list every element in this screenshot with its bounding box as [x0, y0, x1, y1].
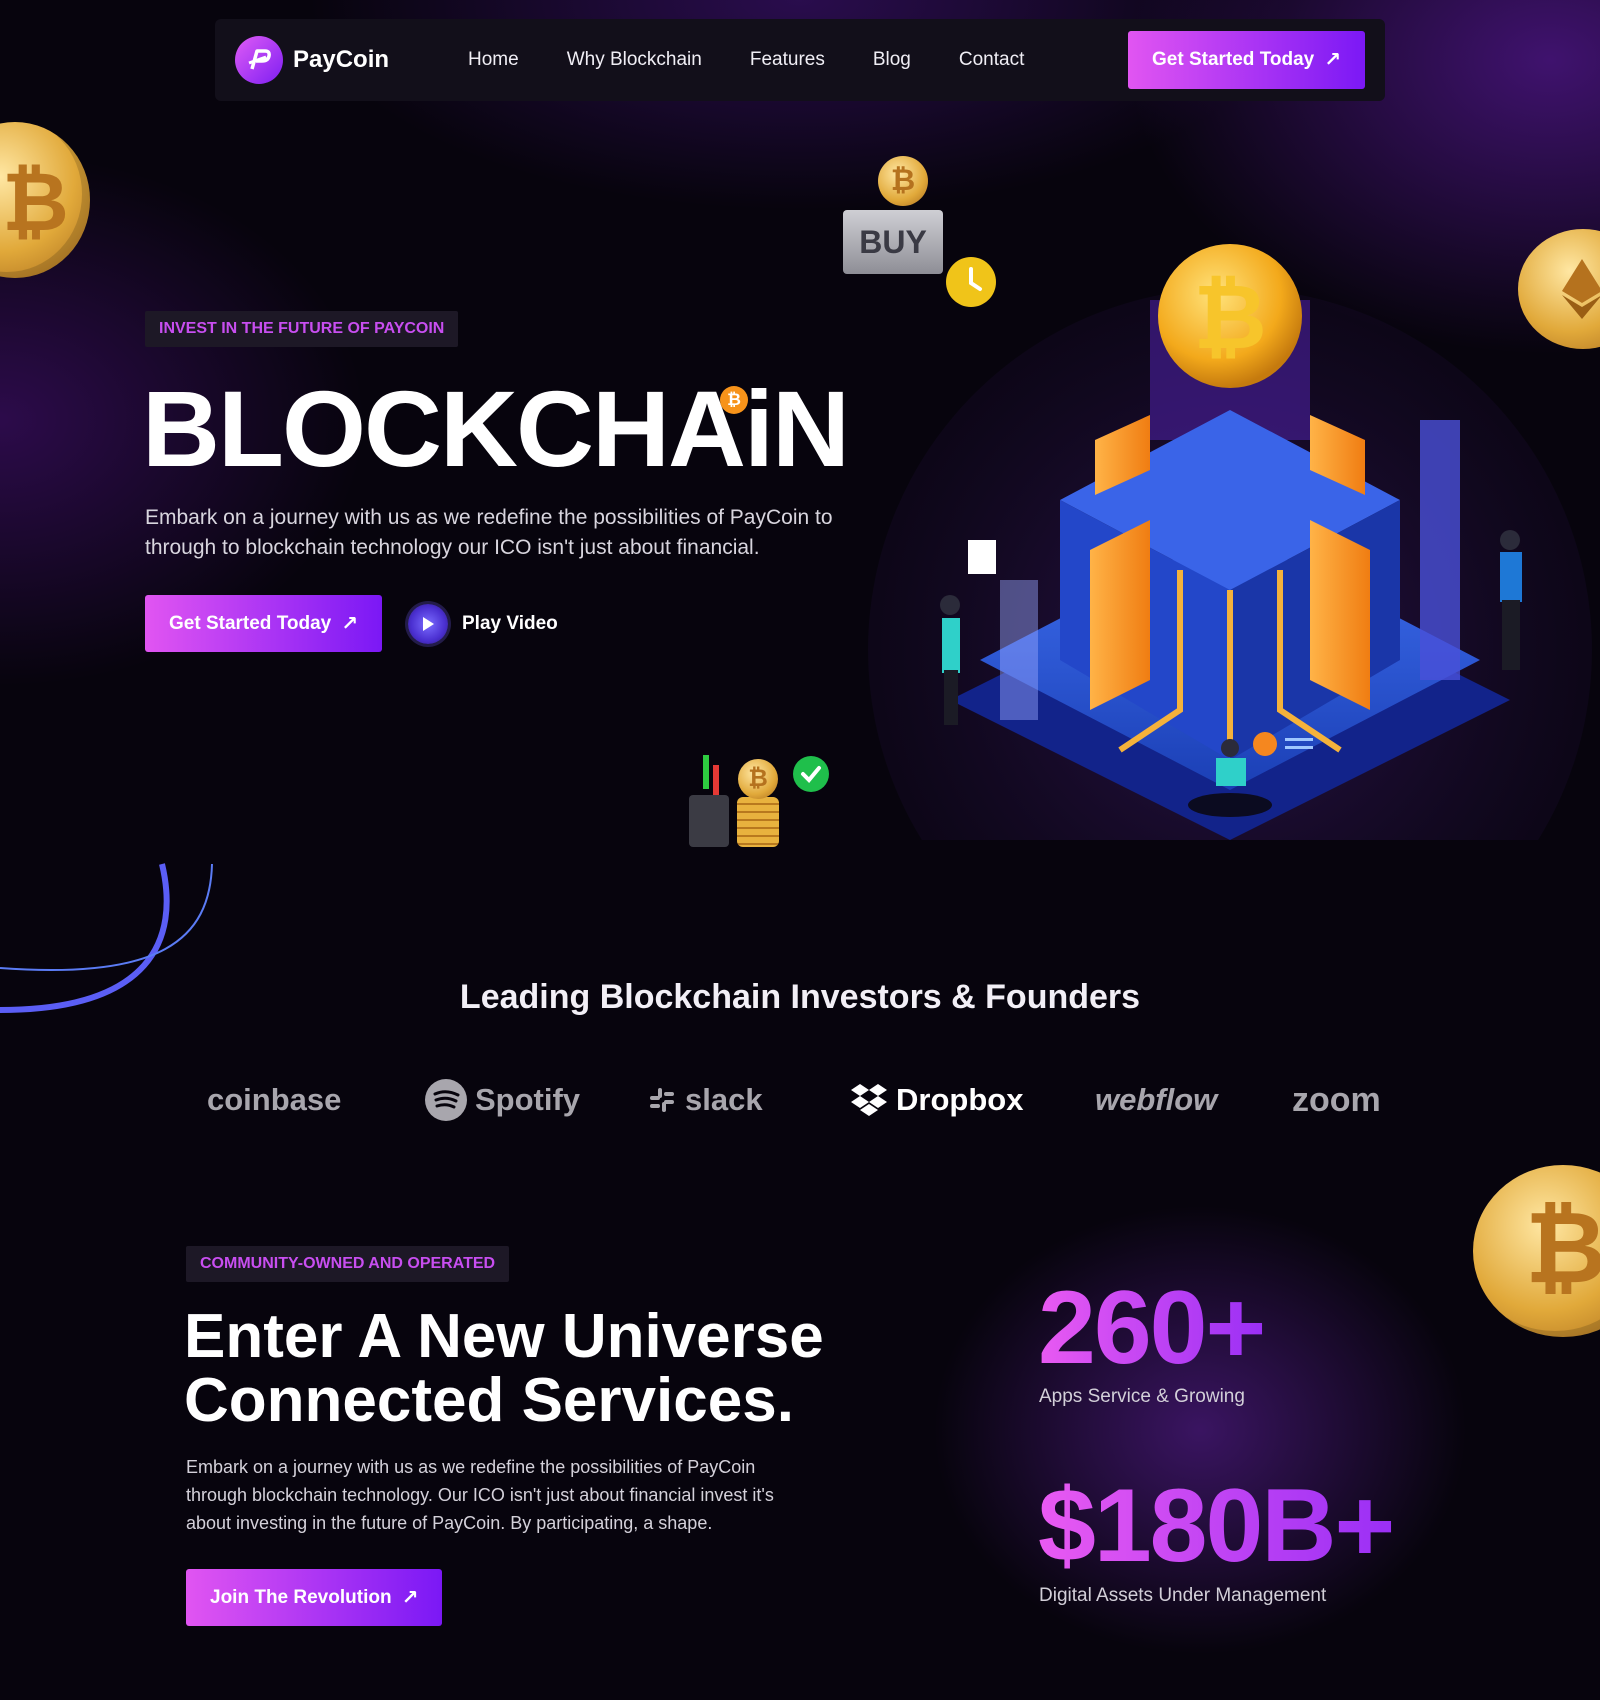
svg-text:₿: ₿ — [1193, 265, 1266, 370]
hero-description: Embark on a journey with us as we redefi… — [145, 506, 833, 559]
blockchain-server-illustration: ₿ — [868, 244, 1592, 840]
brand-name: PayCoin — [293, 46, 390, 73]
stat-assets-label: Digital Assets Under Management — [1039, 1585, 1327, 1606]
nav-links: Home Why Blockchain Features Blog Contac… — [468, 19, 1024, 101]
community-title-line2: Connected Services. — [184, 1366, 794, 1435]
community-description: Embark on a journey with us as we redefi… — [186, 1457, 774, 1533]
zoom-logo: zoom — [1292, 1075, 1381, 1125]
spotify-logo-text: Spotify — [475, 1082, 581, 1117]
nav-link-blog[interactable]: Blog — [873, 49, 911, 71]
coinbase-logo: coinbase — [207, 1075, 341, 1125]
brand-logo[interactable]: PayCoin — [235, 36, 389, 84]
bitcoin-badge-icon: ₿ — [720, 386, 748, 414]
community-title-line1: Enter A New Universe — [184, 1302, 824, 1371]
hero-get-started-button[interactable]: Get Started Today ↗ — [145, 595, 382, 652]
nav-link-why-blockchain[interactable]: Why Blockchain — [567, 49, 702, 71]
nav-link-home[interactable]: Home — [468, 49, 519, 71]
stat-apps-value: 260+ — [1038, 1270, 1266, 1386]
stat-apps-label: Apps Service & Growing — [1039, 1386, 1245, 1407]
nav-link-features[interactable]: Features — [750, 49, 825, 71]
dropbox-logo: Dropbox — [850, 1075, 1023, 1125]
paycoin-logo-icon — [235, 36, 283, 84]
arrow-up-right-icon: ↗ — [1324, 49, 1341, 71]
top-navbar: PayCoin Home Why Blockchain Features Blo… — [215, 19, 1385, 101]
slack-logo: slack — [647, 1075, 763, 1125]
webflow-logo: webflow — [1095, 1075, 1217, 1125]
webflow-logo-text: webflow — [1095, 1082, 1218, 1117]
community-tag-label: COMMUNITY-OWNED AND OPERATED — [200, 1255, 496, 1272]
dropbox-logo-text: Dropbox — [896, 1082, 1024, 1117]
nav-get-started-label: Get Started Today — [1152, 49, 1315, 70]
spotify-icon — [425, 1079, 467, 1121]
join-revolution-label: Join The Revolution — [210, 1586, 392, 1608]
community-tag: COMMUNITY-OWNED AND OPERATED — [186, 1246, 510, 1282]
coinbase-logo-text: coinbase — [207, 1082, 342, 1117]
bitcoin-badge-symbol: ₿ — [727, 390, 741, 409]
arrow-up-right-icon: ↗ — [341, 612, 358, 635]
investor-logo-row: coinbase Spotify slack Dropbox webflow z… — [200, 1075, 1400, 1125]
arrow-up-right-icon: ↗ — [401, 1586, 419, 1609]
hero-tag: INVEST IN THE FUTURE OF PAYCOIN — [145, 311, 459, 347]
spotify-logo: Spotify — [425, 1075, 580, 1125]
slack-icon — [650, 1088, 674, 1112]
play-video-label: Play Video — [462, 613, 558, 634]
community-title: Enter A New Universe Connected Services. — [184, 1305, 884, 1433]
slack-logo-text: slack — [685, 1082, 763, 1117]
play-icon — [408, 604, 448, 644]
nav-link-contact[interactable]: Contact — [959, 49, 1024, 71]
hero-tag-label: INVEST IN THE FUTURE OF PAYCOIN — [159, 320, 445, 337]
dropbox-icon — [851, 1084, 887, 1116]
zoom-logo-text: zoom — [1292, 1080, 1381, 1119]
check-icon — [793, 756, 829, 792]
hero-get-started-label: Get Started Today — [169, 612, 332, 634]
join-revolution-button[interactable]: Join The Revolution ↗ — [186, 1569, 443, 1626]
play-video-button[interactable]: Play Video — [408, 604, 558, 644]
nav-get-started-button[interactable]: Get Started Today ↗ — [1128, 31, 1365, 89]
stat-assets-value: $180B+ — [1038, 1468, 1395, 1584]
investors-title: Leading Blockchain Investors & Founders — [459, 978, 1141, 1016]
